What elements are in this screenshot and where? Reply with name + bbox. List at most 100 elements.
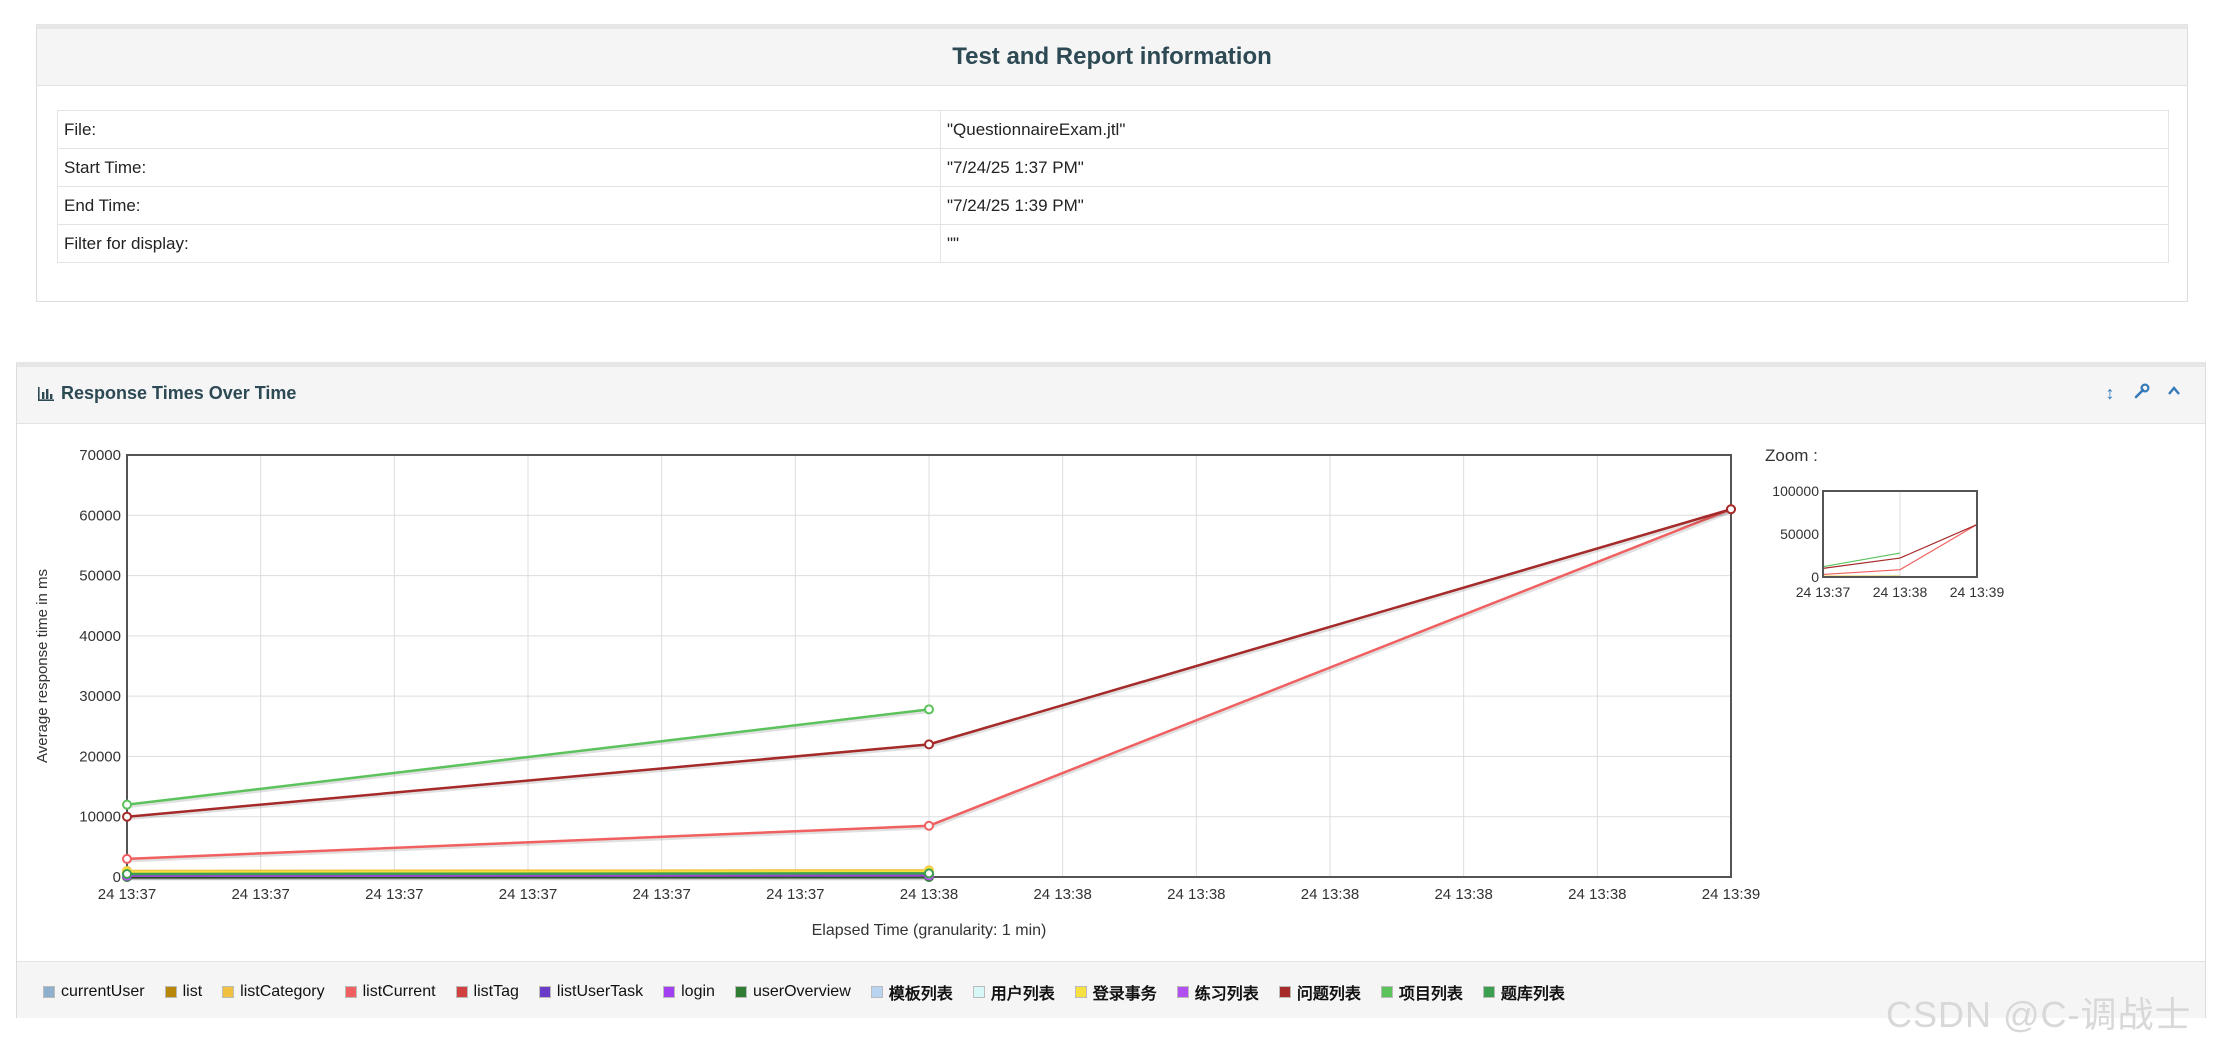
table-row: Start Time: "7/24/25 1:37 PM" <box>57 148 2169 187</box>
legend-label: 问题列表 <box>1296 986 1361 1003</box>
zoom-y-tick: 100000 <box>1772 483 1819 499</box>
legend-label: list <box>182 983 203 1000</box>
series-shadow <box>127 873 931 878</box>
series-line <box>126 870 930 874</box>
legend-label: listTag <box>473 983 519 1000</box>
legend-label: userOverview <box>752 983 851 1000</box>
table-row: File: "QuestionnaireExam.jtl" <box>57 110 2169 149</box>
legend-swatch <box>972 986 985 998</box>
legend-item[interactable]: login <box>663 980 715 1004</box>
legend-item[interactable]: 登录事务 <box>1074 980 1157 1004</box>
legend-swatch <box>538 986 551 998</box>
x-tick-label: 24 13:37 <box>365 886 423 903</box>
legend-label: 练习列表 <box>1194 986 1259 1003</box>
legend-label: listCategory <box>240 983 325 1000</box>
panel-title-text: Response Times Over Time <box>61 383 297 403</box>
collapse-icon[interactable] <box>2165 383 2183 404</box>
legend-swatch <box>164 986 177 998</box>
info-key: Start Time: <box>57 148 941 187</box>
zoom-y-tick: 0 <box>1811 569 1819 585</box>
response-times-header: Response Times Over Time ↕ <box>17 367 2205 424</box>
legend-label: 项目列表 <box>1398 986 1463 1003</box>
y-axis-label: Average response time in ms <box>34 569 51 763</box>
legend-swatch <box>1380 986 1393 998</box>
response-times-chart: 24 13:37 24 13:37 24 13:37 24 13:37 24 13:37… <box>34 446 2004 939</box>
legend-item[interactable]: 用户列表 <box>972 980 1055 1004</box>
y-tick-label: 40000 <box>79 628 121 645</box>
zoom-x-tick: 24 13:38 <box>1873 584 1928 600</box>
legend-item[interactable]: 模板列表 <box>870 980 953 1004</box>
response-times-panel: Response Times Over Time ↕ 24 13:37 24 13… <box>16 362 2206 1018</box>
y-tick-label: 50000 <box>79 568 121 585</box>
legend-label: listUserTask <box>556 983 644 1000</box>
legend-item[interactable]: userOverview <box>734 980 851 1004</box>
legend-label: currentUser <box>61 983 145 1000</box>
x-axis-label: Elapsed Time (granularity: 1 min) <box>812 922 1047 939</box>
legend-swatch <box>455 986 468 998</box>
legend-item[interactable]: 练习列表 <box>1176 980 1259 1004</box>
legend-swatch <box>1176 986 1189 998</box>
info-value: "7/24/25 1:37 PM" <box>940 148 2169 187</box>
legend-swatch <box>1074 986 1087 998</box>
y-tick-label: 30000 <box>79 688 121 705</box>
data-point <box>924 739 934 750</box>
legend-label: listCurrent <box>362 983 436 1000</box>
legend-item[interactable]: 问题列表 <box>1278 980 1361 1004</box>
report-info-panel: Test and Report information File: "Questi… <box>36 24 2188 302</box>
legend-swatch <box>222 986 235 998</box>
legend-item[interactable]: listCurrent <box>344 980 436 1004</box>
x-tick-label: 24 13:38 <box>900 886 958 903</box>
x-tick-label: 24 13:37 <box>231 886 289 903</box>
zoom-label: Zoom : <box>1765 446 1818 465</box>
legend-swatch <box>43 986 55 998</box>
x-tick-label: 24 13:37 <box>98 886 156 903</box>
legend-label: 登录事务 <box>1092 986 1157 1003</box>
watermark: CSDN @C-调战士 <box>1886 994 2192 1035</box>
legend-item[interactable]: 项目列表 <box>1380 980 1463 1004</box>
x-tick-label: 24 13:38 <box>1167 886 1225 903</box>
x-tick-label: 24 13:38 <box>1301 886 1359 903</box>
y-tick-label: 60000 <box>79 507 121 524</box>
x-tick-label: 24 13:37 <box>499 886 557 903</box>
wrench-icon[interactable] <box>2133 383 2151 404</box>
legend-label: 用户列表 <box>990 986 1055 1003</box>
legend-item[interactable]: list <box>164 980 203 1004</box>
legend-item[interactable]: listTag <box>455 980 519 1004</box>
legend-swatch <box>1482 986 1495 998</box>
info-key: File: <box>57 110 941 149</box>
legend-item[interactable]: currentUser <box>43 980 145 1004</box>
data-point <box>924 868 934 879</box>
legend-label: 题库列表 <box>1500 986 1565 1003</box>
x-tick-label: 24 13:37 <box>632 886 690 903</box>
resize-icon[interactable]: ↕ <box>2101 383 2119 404</box>
report-info-title: Test and Report information <box>952 43 1272 70</box>
series-shadow <box>127 709 931 809</box>
legend-swatch <box>344 986 357 998</box>
legend-swatch <box>663 986 676 998</box>
x-tick-label: 24 13:38 <box>1033 886 1091 903</box>
table-row: End Time: "7/24/25 1:39 PM" <box>57 186 2169 225</box>
panel-title[interactable]: Response Times Over Time <box>37 383 296 404</box>
info-key: End Time: <box>57 186 941 225</box>
data-point <box>122 811 132 822</box>
legend-item[interactable]: 题库列表 <box>1482 980 1565 1004</box>
table-row: Filter for display: "" <box>57 224 2169 263</box>
legend-swatch <box>1278 986 1291 998</box>
legend-item[interactable]: listUserTask <box>538 980 644 1004</box>
data-point <box>122 799 132 810</box>
y-tick-label: 10000 <box>79 809 121 826</box>
data-point <box>1726 504 1736 515</box>
x-tick-label: 24 13:39 <box>1702 886 1760 903</box>
data-point <box>924 704 934 715</box>
chart-icon <box>38 386 54 401</box>
report-info-header: Test and Report information <box>37 29 2187 86</box>
info-key: Filter for display: <box>57 224 941 263</box>
info-value: "7/24/25 1:39 PM" <box>940 186 2169 225</box>
legend-swatch <box>734 986 747 998</box>
data-point <box>924 820 934 831</box>
series-shadow <box>127 509 1733 821</box>
y-tick-label: 0 <box>113 869 121 886</box>
zoom-x-tick: 24 13:37 <box>1796 584 1851 600</box>
legend-item[interactable]: listCategory <box>222 980 325 1004</box>
legend-swatch <box>870 986 883 998</box>
